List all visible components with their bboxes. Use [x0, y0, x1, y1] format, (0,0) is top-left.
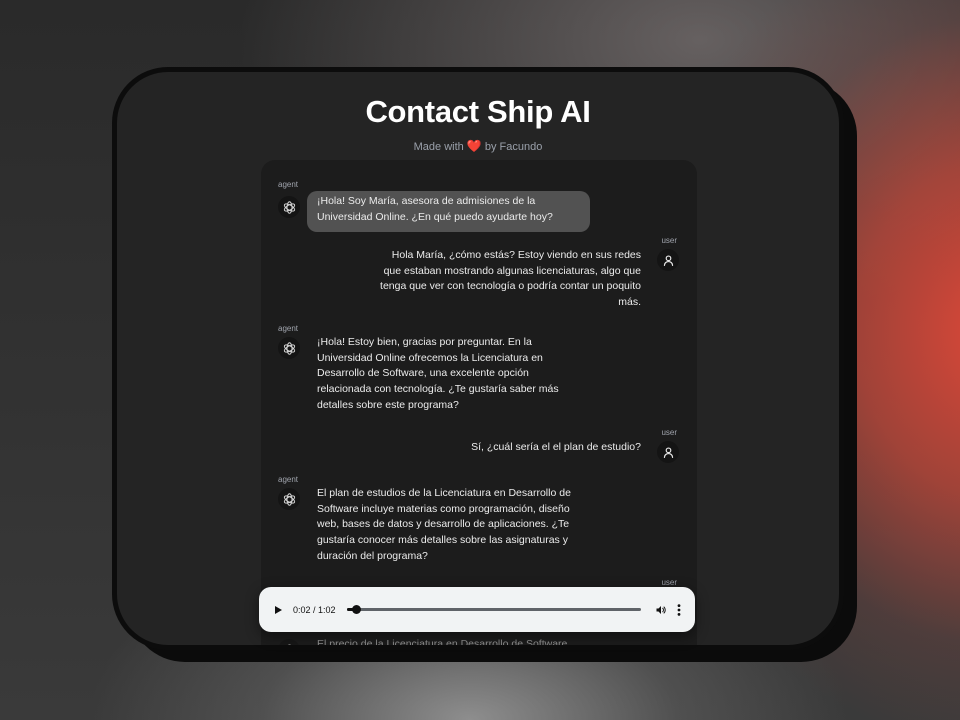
subtitle-prefix: Made with — [413, 141, 464, 153]
chat-panel[interactable]: agent ¡Hola! Soy María, asesora de admis… — [261, 160, 697, 650]
message-role-label: agent — [278, 324, 299, 333]
user-avatar — [657, 441, 679, 463]
agent-avatar — [278, 488, 300, 510]
user-icon — [663, 254, 673, 266]
subtitle-author: by Facundo — [484, 141, 543, 153]
openai-icon — [283, 492, 295, 506]
app-card: Contact Ship AI Made with ❤️ by Facundo … — [112, 67, 844, 650]
page-subtitle: Made with ❤️ by Facundo — [117, 139, 839, 153]
play-icon[interactable] — [275, 605, 282, 614]
heart-icon: ❤️ — [466, 139, 482, 153]
audio-player[interactable]: 0:02 / 1:02 — [259, 587, 695, 632]
page-title: Contact Ship AI — [365, 94, 591, 129]
message-role-label: agent — [278, 475, 299, 484]
message-role-label: user — [661, 428, 677, 437]
audio-progress-knob[interactable] — [351, 605, 361, 614]
agent-avatar — [278, 196, 300, 218]
openai-icon — [287, 643, 291, 645]
user-icon — [663, 446, 673, 458]
agent-message-text: El precio de la Licenciatura en Desarrol… — [317, 638, 568, 650]
agent-avatar — [278, 337, 300, 359]
more-vert-icon[interactable] — [677, 603, 681, 616]
user-avatar — [657, 249, 679, 271]
openai-icon — [283, 200, 295, 214]
user-message-text: Hola María, ¿cómo estás? Estoy viendo en… — [380, 249, 641, 309]
message-role-label: agent — [278, 180, 299, 189]
openai-icon — [283, 341, 295, 355]
message-role-label: user — [661, 236, 677, 245]
agent-message-text: ¡Hola! Estoy bien, gracias por preguntar… — [317, 336, 559, 411]
user-message-text: Sí, ¿cuál sería el el plan de estudio? — [471, 441, 641, 453]
audio-progress-slider[interactable] — [346, 605, 641, 614]
agent-message-text: El plan de estudios de la Licenciatura e… — [317, 487, 571, 562]
audio-time-display: 0:02 / 1:02 — [293, 604, 336, 615]
volume-icon[interactable] — [655, 604, 667, 616]
agent-avatar — [278, 639, 300, 645]
agent-message-text: ¡Hola! Soy María, asesora de admisiones … — [317, 195, 553, 223]
message-role-label: user — [661, 578, 677, 587]
